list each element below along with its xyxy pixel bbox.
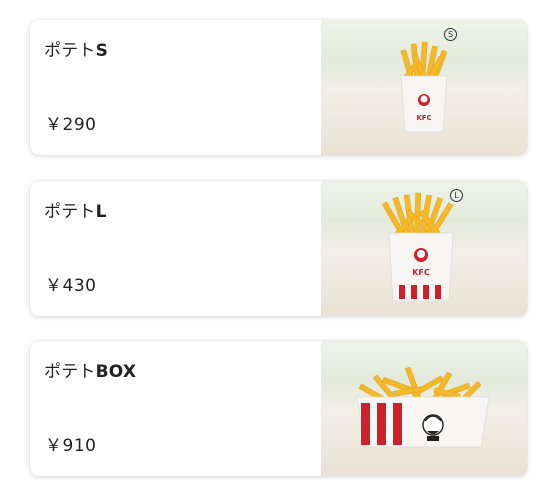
item-name: ポテトL: [44, 202, 107, 222]
menu-item-potato-s[interactable]: ポテトS ￥290 KFC S: [30, 20, 527, 155]
kfc-logo: KFC: [416, 114, 431, 122]
menu-item-potato-box[interactable]: ポテトBOX ￥910: [30, 341, 527, 476]
item-price: ￥290: [45, 115, 97, 135]
item-photo: KFC L: [321, 181, 527, 316]
item-photo: [321, 341, 527, 476]
item-price: ￥430: [45, 276, 97, 296]
size-l-badge: L: [450, 189, 463, 202]
menu-item-potato-l[interactable]: ポテトL ￥430 KFC L: [30, 181, 527, 316]
item-name: ポテトBOX: [44, 362, 137, 382]
item-info: ポテトL ￥430: [30, 181, 321, 316]
item-name: ポテトS: [44, 41, 109, 61]
item-info: ポテトBOX ￥910: [30, 341, 321, 476]
item-photo: KFC S: [321, 20, 527, 155]
item-info: ポテトS ￥290: [30, 20, 321, 155]
size-s-badge: S: [444, 28, 457, 41]
kfc-logo: KFC: [412, 268, 430, 277]
item-price: ￥910: [45, 436, 97, 456]
